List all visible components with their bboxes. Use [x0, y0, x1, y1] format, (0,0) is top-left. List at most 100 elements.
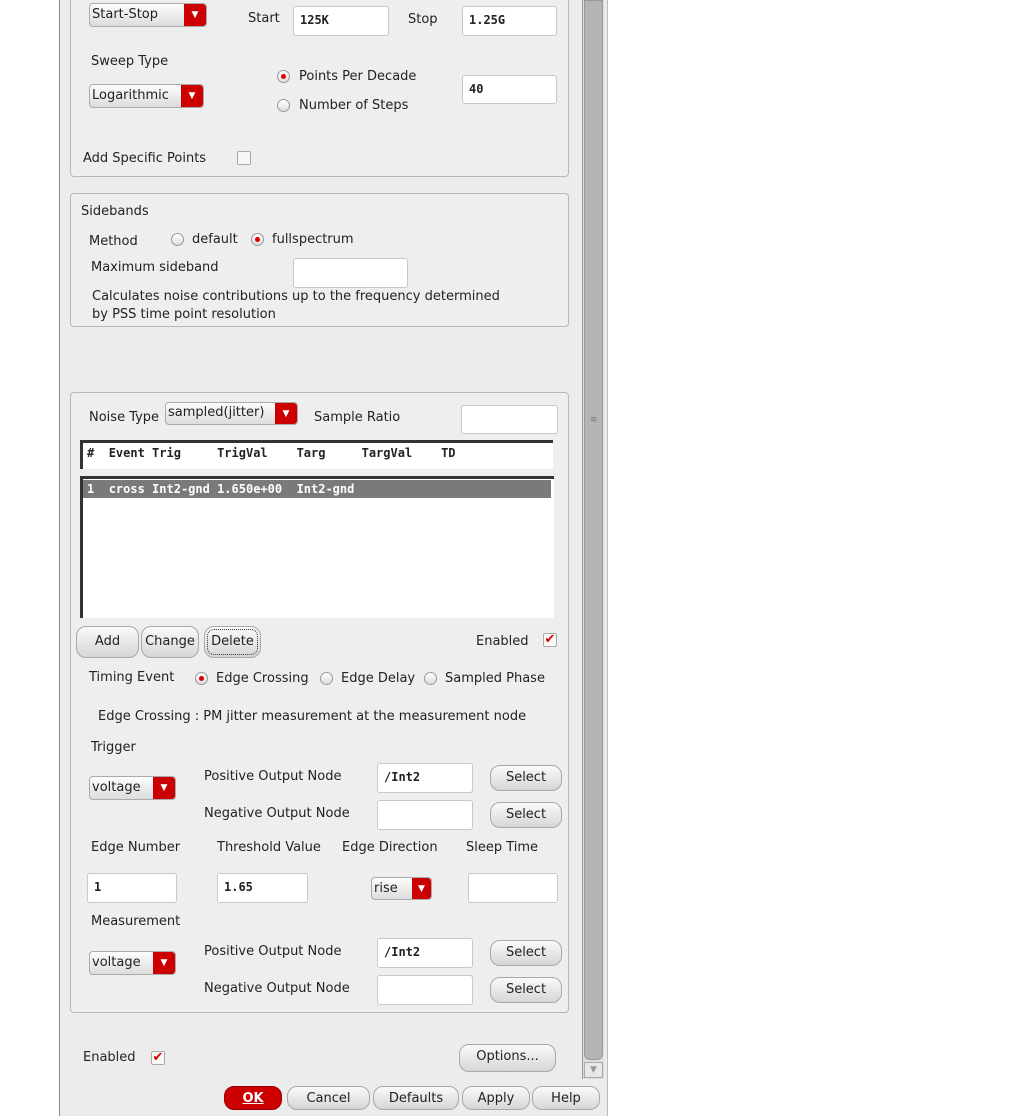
timing-description: Edge Crossing : PM jitter measurement at…	[98, 709, 527, 724]
sweep-range-combo[interactable]: Start-Stop ▼	[89, 3, 207, 27]
event-table-header: # Event Trig TrigVal Targ TargVal TD	[80, 440, 553, 469]
meas-neg-node-input[interactable]	[377, 975, 473, 1005]
meas-neg-select-button[interactable]: Select	[490, 977, 562, 1003]
sweep-type-label: Sweep Type	[91, 54, 169, 69]
threshold-label: Threshold Value	[217, 840, 321, 855]
edge-delay-radio[interactable]	[320, 672, 333, 685]
noise-type-combo[interactable]: sampled(jitter) ▼	[165, 402, 298, 425]
trigger-pos-node-input[interactable]: /Int2	[377, 763, 473, 793]
trigger-type-combo[interactable]: voltage ▼	[89, 776, 176, 800]
edge-number-input[interactable]: 1	[87, 873, 177, 903]
stop-label: Stop	[408, 12, 438, 27]
col-targ: Targ	[296, 446, 326, 460]
combo-value: Logarithmic	[92, 88, 169, 103]
sidebands-note-2: by PSS time point resolution	[92, 307, 276, 322]
combo-value: voltage	[92, 955, 141, 970]
edge-crossing-label: Edge Crossing	[216, 671, 309, 686]
sampled-phase-radio[interactable]	[424, 672, 437, 685]
sidebands-title: Sidebands	[81, 204, 149, 219]
chevron-down-icon: ▼	[184, 4, 206, 26]
number-of-steps-radio[interactable]	[277, 99, 290, 112]
meas-pos-node-input[interactable]: /Int2	[377, 938, 473, 968]
event-table-body: 1 cross Int2-gnd 1.650e+00 Int2-gnd	[80, 476, 554, 618]
trigger-pos-node-label: Positive Output Node	[204, 769, 342, 784]
col-number: #	[87, 446, 95, 460]
defaults-button[interactable]: Defaults	[373, 1086, 459, 1110]
cell: 1	[87, 482, 95, 496]
change-button[interactable]: Change	[141, 626, 199, 658]
stop-input[interactable]: 1.25G	[462, 6, 557, 36]
sleep-time-label: Sleep Time	[466, 840, 539, 855]
sleep-time-input[interactable]	[468, 873, 558, 903]
table-enabled-label: Enabled	[476, 634, 529, 649]
combo-value: voltage	[92, 780, 141, 795]
add-specific-points-label: Add Specific Points	[83, 151, 207, 166]
col-targval: TargVal	[361, 446, 413, 460]
cancel-button[interactable]: Cancel	[287, 1086, 370, 1110]
edge-delay-label: Edge Delay	[341, 671, 416, 686]
default-label: default	[192, 232, 238, 247]
chevron-down-icon: ▼	[275, 403, 297, 424]
edge-direction-label: Edge Direction	[342, 840, 438, 855]
points-input[interactable]: 40	[462, 75, 557, 104]
method-label: Method	[89, 234, 138, 249]
timing-event-label: Timing Event	[89, 670, 175, 685]
col-trigval: TrigVal	[217, 446, 268, 460]
combo-value: Start-Stop	[92, 7, 159, 22]
sweep-type-combo[interactable]: Logarithmic ▼	[89, 84, 204, 108]
edge-number-label: Edge Number	[91, 840, 181, 855]
vertical-scrollbar[interactable]: ≡ ▼	[582, 0, 604, 1079]
meas-pos-select-button[interactable]: Select	[490, 940, 562, 966]
noise-type-label: Noise Type	[89, 410, 160, 425]
default-radio[interactable]	[171, 233, 184, 246]
table-row[interactable]: 1 cross Int2-gnd 1.650e+00 Int2-gnd	[83, 480, 551, 498]
cell: Int2-gnd	[296, 482, 355, 496]
scroll-down-arrow-icon[interactable]: ▼	[584, 1062, 603, 1078]
start-label: Start	[248, 11, 280, 26]
measurement-type-combo[interactable]: voltage ▼	[89, 951, 176, 975]
max-sideband-input[interactable]	[293, 258, 408, 288]
enabled-checkbox[interactable]: ✔	[151, 1051, 165, 1065]
fullspectrum-radio[interactable]	[251, 233, 264, 246]
chevron-down-icon: ▼	[153, 777, 175, 799]
measurement-label: Measurement	[91, 914, 181, 929]
combo-value: rise	[374, 881, 398, 896]
points-per-decade-label: Points Per Decade	[299, 69, 417, 84]
add-specific-points-checkbox[interactable]	[237, 151, 251, 165]
points-per-decade-radio[interactable]	[277, 70, 290, 83]
meas-neg-node-label: Negative Output Node	[204, 981, 350, 996]
fullspectrum-label: fullspectrum	[272, 232, 354, 247]
trigger-label: Trigger	[91, 740, 136, 755]
cell: Int2-gnd	[152, 482, 210, 496]
scrollbar-thumb[interactable]: ≡	[584, 0, 603, 1060]
start-input[interactable]: 125K	[293, 6, 389, 36]
cell: cross	[108, 482, 145, 496]
combo-value: sampled(jitter)	[168, 405, 265, 420]
options-button[interactable]: Options...	[459, 1044, 556, 1072]
apply-button[interactable]: Apply	[462, 1086, 530, 1110]
chevron-down-icon: ▼	[412, 878, 431, 899]
delete-button[interactable]: Delete	[204, 626, 261, 658]
col-trig: Trig	[152, 446, 181, 460]
edge-crossing-radio[interactable]	[195, 672, 208, 685]
cell: 1.650e+00	[217, 482, 283, 496]
chevron-down-icon: ▼	[181, 85, 203, 107]
sidebands-note-1: Calculates noise contributions up to the…	[92, 289, 500, 304]
max-sideband-label: Maximum sideband	[91, 260, 219, 275]
ok-button[interactable]: OK	[224, 1086, 282, 1110]
enabled-label: Enabled	[83, 1050, 136, 1065]
threshold-input[interactable]: 1.65	[217, 873, 308, 903]
sample-ratio-input[interactable]	[461, 405, 558, 434]
table-enabled-checkbox[interactable]: ✔	[543, 633, 557, 647]
col-td: TD	[441, 446, 456, 460]
sampled-phase-label: Sampled Phase	[445, 671, 545, 686]
sample-ratio-label: Sample Ratio	[314, 410, 401, 425]
edge-direction-combo[interactable]: rise ▼	[371, 877, 432, 900]
col-event: Event	[108, 446, 145, 460]
help-button[interactable]: Help	[532, 1086, 600, 1110]
grip-icon: ≡	[590, 415, 598, 425]
add-button[interactable]: Add	[76, 626, 139, 658]
trigger-pos-select-button[interactable]: Select	[490, 765, 562, 791]
trigger-neg-node-input[interactable]	[377, 800, 473, 830]
trigger-neg-select-button[interactable]: Select	[490, 802, 562, 828]
